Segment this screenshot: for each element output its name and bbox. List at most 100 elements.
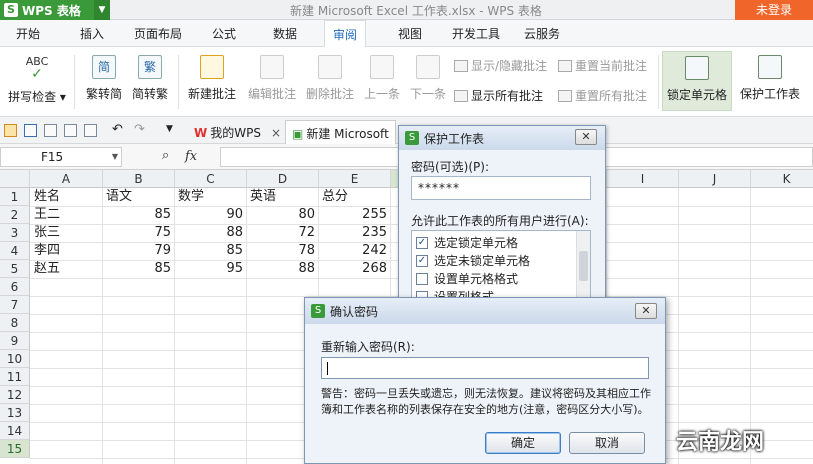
table-cell[interactable]: 姓名 [31,188,102,206]
checkbox-checked[interactable]: ✓ [416,236,428,249]
table-cell[interactable]: 255 [319,206,390,224]
row-header[interactable]: 8 [0,314,30,332]
chevron-down-icon[interactable]: ▼ [112,148,118,166]
row-header[interactable]: 2 [0,206,30,224]
row-header[interactable]: 3 [0,224,30,242]
close-icon[interactable]: × [271,126,281,140]
table-cell[interactable]: 80 [247,206,318,224]
export-pdf-icon[interactable] [44,124,57,137]
cancel-button[interactable]: 取消 [569,432,645,454]
table-cell[interactable]: 数学 [175,188,246,206]
trad-to-simp-button[interactable]: 简 繁转简 [82,55,126,102]
tab-cloud[interactable]: 云服务 [524,25,560,42]
scrollbar-thumb[interactable] [579,251,588,281]
close-button[interactable]: ✕ [575,129,597,145]
checkbox[interactable] [416,272,428,285]
column-header[interactable]: D [247,170,319,188]
search-icon[interactable]: ⌕ [162,148,169,163]
table-cell[interactable]: 79 [103,242,174,260]
table-cell[interactable]: 英语 [247,188,318,206]
table-cell[interactable]: 90 [175,206,246,224]
save-icon[interactable] [24,124,37,137]
row-header[interactable]: 12 [0,386,30,404]
column-header[interactable]: A [30,170,103,188]
permissions-list[interactable]: ✓ 选定锁定单元格 ✓ 选定未锁定单元格 设置单元格格式 设置列格式 [411,230,591,299]
row-header[interactable]: 4 [0,242,30,260]
table-cell[interactable]: 268 [319,260,390,278]
tab-view[interactable]: 视图 [398,25,422,42]
table-cell[interactable]: 85 [103,206,174,224]
column-header[interactable]: E [319,170,391,188]
column-header[interactable]: K [751,170,813,188]
function-icon[interactable]: fx [185,149,197,164]
row-header[interactable]: 7 [0,296,30,314]
edit-comment-button[interactable]: 编辑批注 [244,55,300,102]
show-hide-comment-button[interactable]: 显示/隐藏批注 [454,57,547,74]
table-cell[interactable]: 88 [247,260,318,278]
table-cell[interactable]: 张三 [31,224,102,242]
select-all-corner[interactable] [0,170,30,188]
tab-excel-document[interactable]: ▣ 新建 Microsoft [285,120,396,144]
row-header-selected[interactable]: 15 [0,440,30,458]
column-header[interactable]: J [679,170,751,188]
app-menu-button[interactable]: S WPS 表格 ▼ [0,0,110,20]
table-cell[interactable]: 95 [175,260,246,278]
tab-my-wps[interactable]: W 我的WPS × [188,120,287,144]
table-cell[interactable]: 总分 [319,188,390,206]
next-comment-button[interactable]: 下一条 [406,55,450,102]
table-cell[interactable]: 88 [175,224,246,242]
simp-to-trad-button[interactable]: 繁 简转繁 [128,55,172,102]
table-cell[interactable]: 78 [247,242,318,260]
tab-review[interactable]: 审阅 [324,20,367,48]
column-header[interactable]: C [175,170,247,188]
row-header[interactable]: 9 [0,332,30,350]
tab-formulas[interactable]: 公式 [212,25,236,42]
reenter-password-field[interactable] [321,357,649,379]
undo-icon[interactable]: ↶ [112,122,123,137]
redo-icon[interactable]: ↷ [134,122,145,137]
delete-comment-button[interactable]: 删除批注 [302,55,358,102]
row-header[interactable]: 1 [0,188,30,206]
ok-button[interactable]: 确定 [485,432,561,454]
permission-option[interactable]: 设置单元格格式 [416,270,518,287]
permission-option[interactable]: ✓ 选定锁定单元格 [416,234,518,251]
table-cell[interactable]: 242 [319,242,390,260]
table-cell[interactable]: 85 [175,242,246,260]
row-header[interactable]: 5 [0,260,30,278]
table-cell[interactable]: 75 [103,224,174,242]
chevron-down-icon[interactable]: ▼ [94,0,110,20]
table-cell[interactable]: 赵五 [31,260,102,278]
name-box[interactable]: F15 ▼ [0,147,122,167]
table-cell[interactable]: 语文 [103,188,174,206]
show-all-comments-button[interactable]: 显示所有批注 [454,87,543,104]
tab-page-layout[interactable]: 页面布局 [134,25,182,42]
table-cell[interactable]: 85 [103,260,174,278]
reset-current-comment-button[interactable]: 重置当前批注 [558,57,647,74]
password-field[interactable]: ****** [411,176,591,200]
row-header[interactable]: 11 [0,368,30,386]
tab-home[interactable]: 开始 [16,25,40,42]
lock-cells-button[interactable]: 锁定单元格 [662,51,732,111]
open-folder-icon[interactable] [4,124,17,137]
tab-data[interactable]: 数据 [273,25,297,42]
close-button[interactable]: ✕ [635,303,657,319]
table-cell[interactable]: 72 [247,224,318,242]
spell-check-button[interactable]: ABC ✓ 拼写检查 ▾ [6,55,68,105]
row-header[interactable]: 10 [0,350,30,368]
tab-developer[interactable]: 开发工具 [452,25,500,42]
previous-comment-button[interactable]: 上一条 [360,55,404,102]
print-icon[interactable] [64,124,77,137]
permission-option[interactable]: ✓ 选定未锁定单元格 [416,252,530,269]
chevron-down-icon[interactable]: ▼ [166,124,173,134]
protect-sheet-button[interactable]: 保护工作表 [735,55,805,102]
row-header[interactable]: 6 [0,278,30,296]
reset-all-comments-button[interactable]: 重置所有批注 [558,87,647,104]
print-preview-icon[interactable] [84,124,97,137]
column-header[interactable]: I [607,170,679,188]
row-header[interactable]: 13 [0,404,30,422]
login-button[interactable]: 未登录 [735,0,813,20]
row-header[interactable]: 14 [0,422,30,440]
table-cell[interactable]: 235 [319,224,390,242]
table-cell[interactable]: 王二 [31,206,102,224]
new-comment-button[interactable]: 新建批注 [184,55,240,102]
